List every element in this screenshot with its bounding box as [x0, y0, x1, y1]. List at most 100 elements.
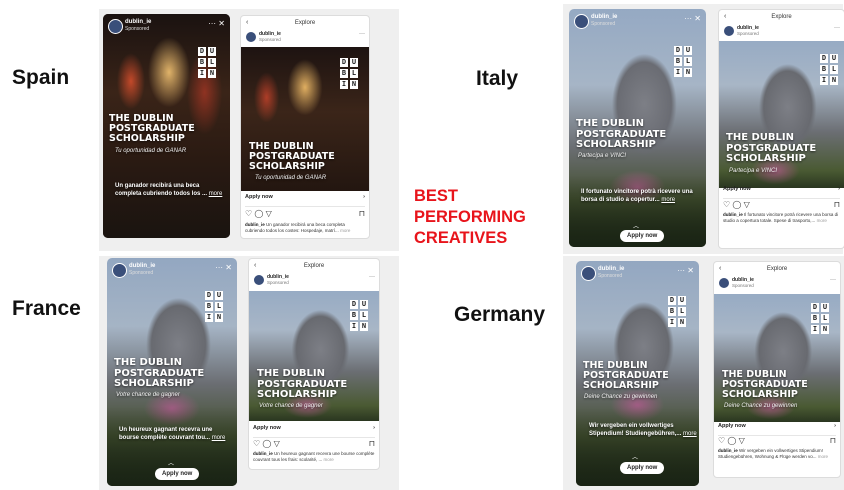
country-label-italy: Italy — [476, 67, 519, 90]
more-dots-icon[interactable]: ··· — [834, 25, 840, 31]
chevron-right-icon: › — [838, 186, 840, 192]
germany-story-ad: dublin_ie Sponsored ··· ✕ DU BL IN THE D… — [576, 261, 699, 486]
send-icon[interactable]: ▽ — [274, 439, 280, 448]
apply-now-row[interactable]: Apply now › — [723, 186, 840, 199]
heart-icon[interactable]: ♡ — [723, 200, 730, 209]
username[interactable]: dublin_ie — [598, 266, 624, 272]
apply-now-row[interactable]: Apply now › — [245, 194, 365, 207]
avatar — [574, 14, 589, 29]
explore-title: Explore — [294, 20, 316, 26]
apply-now-button[interactable]: Apply now — [155, 468, 200, 480]
best-line-2: PERFORMING — [414, 208, 526, 226]
sponsored-label: Sponsored — [737, 31, 759, 36]
ad-title: THE DUBLIN POSTGRADUATE SCHOLARSHIP — [114, 357, 205, 389]
heart-icon[interactable]: ♡ — [718, 436, 725, 445]
sponsored-label: Sponsored — [732, 283, 754, 288]
post-caption: dublin_ie Un ganador recibirá una beca c… — [245, 222, 351, 233]
more-dots-icon[interactable]: ··· — [369, 274, 375, 280]
send-icon[interactable]: ▽ — [266, 209, 272, 218]
dublin-logo: DU BL IN — [820, 54, 838, 85]
story-caption: Wir vergeben ein vollwertiges Stipendium… — [589, 423, 697, 437]
ad-title: THE DUBLIN POSTGRADUATE SCHOLARSHIP — [576, 118, 667, 150]
post-photo: DU BL IN THE DUBLIN POSTGRADUATE SCHOLARSH… — [714, 294, 840, 422]
best-line-3: CREATIVES — [414, 229, 508, 247]
sponsored-label: Sponsored — [598, 273, 623, 279]
avatar — [245, 31, 257, 43]
ad-subtitle: Partecipa e VINCI — [578, 153, 627, 159]
heart-icon[interactable]: ♡ — [253, 439, 260, 448]
country-label-france: France — [12, 297, 81, 320]
country-label-germany: Germany — [454, 303, 546, 326]
more-dots-icon[interactable]: ··· — [359, 31, 365, 37]
explore-title: Explore — [303, 263, 325, 269]
story-header: dublin_ie Sponsored ··· ✕ — [574, 14, 701, 32]
best-performing-heading: BEST PERFORMING CREATIVES — [414, 186, 526, 249]
bookmark-icon[interactable]: ⊓ — [834, 200, 840, 209]
bookmark-icon[interactable]: ⊓ — [369, 439, 375, 448]
comment-icon[interactable]: ◯ — [732, 200, 741, 209]
explore-bar: ‹ Explore — [249, 259, 379, 273]
more-link[interactable]: more — [683, 431, 697, 437]
apply-now-button[interactable]: Apply now — [620, 230, 665, 242]
best-line-1: BEST — [414, 187, 459, 205]
close-icon[interactable]: ✕ — [225, 263, 232, 272]
post-photo: DU BL IN THE DUBLIN POSTGRADUATE SCHOLARSH… — [719, 41, 844, 188]
more-dots-icon[interactable]: ··· — [684, 14, 692, 23]
more-link[interactable]: more — [212, 435, 226, 441]
ad-title: THE DUBLIN POSTGRADUATE SCHOLARSHIP — [249, 141, 335, 172]
italy-feed-ad: ‹ Explore dublin_ie Sponsored ··· DU BL … — [718, 9, 844, 249]
action-icons: ♡ ◯ ▽ ⊓ — [718, 436, 836, 446]
send-icon[interactable]: ▽ — [739, 436, 745, 445]
story-header: dublin_ie Sponsored ··· ✕ — [108, 19, 225, 37]
dublin-logo: DU BL IN — [350, 300, 368, 331]
comment-icon[interactable]: ◯ — [262, 439, 271, 448]
ad-title: THE DUBLIN POSTGRADUATE SCHOLARSHIP — [726, 132, 817, 164]
username[interactable]: dublin_ie — [591, 14, 617, 20]
dublin-logo: DU BL IN — [668, 296, 686, 327]
spain-story-ad: dublin_ie Sponsored ··· ✕ DU BL IN THE D… — [103, 14, 230, 238]
story-caption: Un heureux gagnant recevra une bourse co… — [119, 427, 226, 441]
sponsored-label: Sponsored — [267, 280, 289, 285]
bookmark-icon[interactable]: ⊓ — [359, 209, 365, 218]
ad-subtitle: Deine Chance zu gewinnen — [724, 403, 798, 409]
more-dots-icon[interactable]: ··· — [208, 19, 216, 28]
apply-now-row[interactable]: Apply now › — [253, 425, 375, 438]
explore-title: Explore — [766, 266, 788, 272]
chevron-right-icon: › — [834, 423, 836, 429]
heart-icon[interactable]: ♡ — [245, 209, 252, 218]
avatar — [108, 19, 123, 34]
close-icon[interactable]: ✕ — [687, 266, 694, 275]
more-link[interactable]: more — [661, 197, 675, 203]
action-icons: ♡ ◯ ▽ ⊓ — [723, 200, 840, 210]
close-icon[interactable]: ✕ — [694, 14, 701, 23]
avatar — [723, 25, 735, 37]
post-photo: DU BL IN THE DUBLIN POSTGRADUATE SCHOLARSH… — [249, 291, 379, 421]
comment-icon[interactable]: ◯ — [254, 209, 263, 218]
comment-icon[interactable]: ◯ — [727, 436, 736, 445]
avatar — [581, 266, 596, 281]
avatar — [718, 277, 730, 289]
close-icon[interactable]: ✕ — [218, 19, 225, 28]
more-link[interactable]: more — [209, 191, 223, 197]
username[interactable]: dublin_ie — [129, 263, 155, 269]
action-icons: ♡ ◯ ▽ ⊓ — [253, 439, 375, 449]
post-header: dublin_ie Sponsored ··· — [718, 277, 836, 291]
apply-now-button[interactable]: Apply now — [620, 462, 665, 474]
more-dots-icon[interactable]: ··· — [830, 277, 836, 283]
username[interactable]: dublin_ie — [125, 19, 151, 25]
post-photo: DU BL IN THE DUBLIN POSTGRADUATE SCHOLARSH… — [241, 47, 369, 191]
swipe-up-icon: ︿ — [633, 224, 640, 230]
ad-subtitle: Tu oportunidad de GANAR — [255, 175, 327, 181]
ad-subtitle: Partecipa e VINCI — [729, 168, 778, 174]
more-dots-icon[interactable]: ··· — [677, 266, 685, 275]
story-header: dublin_ie Sponsored ··· ✕ — [581, 266, 694, 284]
action-icons: ♡ ◯ ▽ ⊓ — [245, 209, 365, 219]
send-icon[interactable]: ▽ — [744, 200, 750, 209]
post-header: dublin_ie Sponsored ··· — [253, 274, 375, 288]
ad-subtitle: Votre chance de gagner — [116, 392, 180, 398]
post-caption: dublin_ie Un heureux gagnant recevra une… — [253, 451, 375, 462]
apply-now-row[interactable]: Apply now › — [718, 423, 836, 436]
ad-title: THE DUBLIN POSTGRADUATE SCHOLARSHIP — [257, 368, 348, 400]
more-dots-icon[interactable]: ··· — [215, 263, 223, 272]
bookmark-icon[interactable]: ⊓ — [830, 436, 836, 445]
